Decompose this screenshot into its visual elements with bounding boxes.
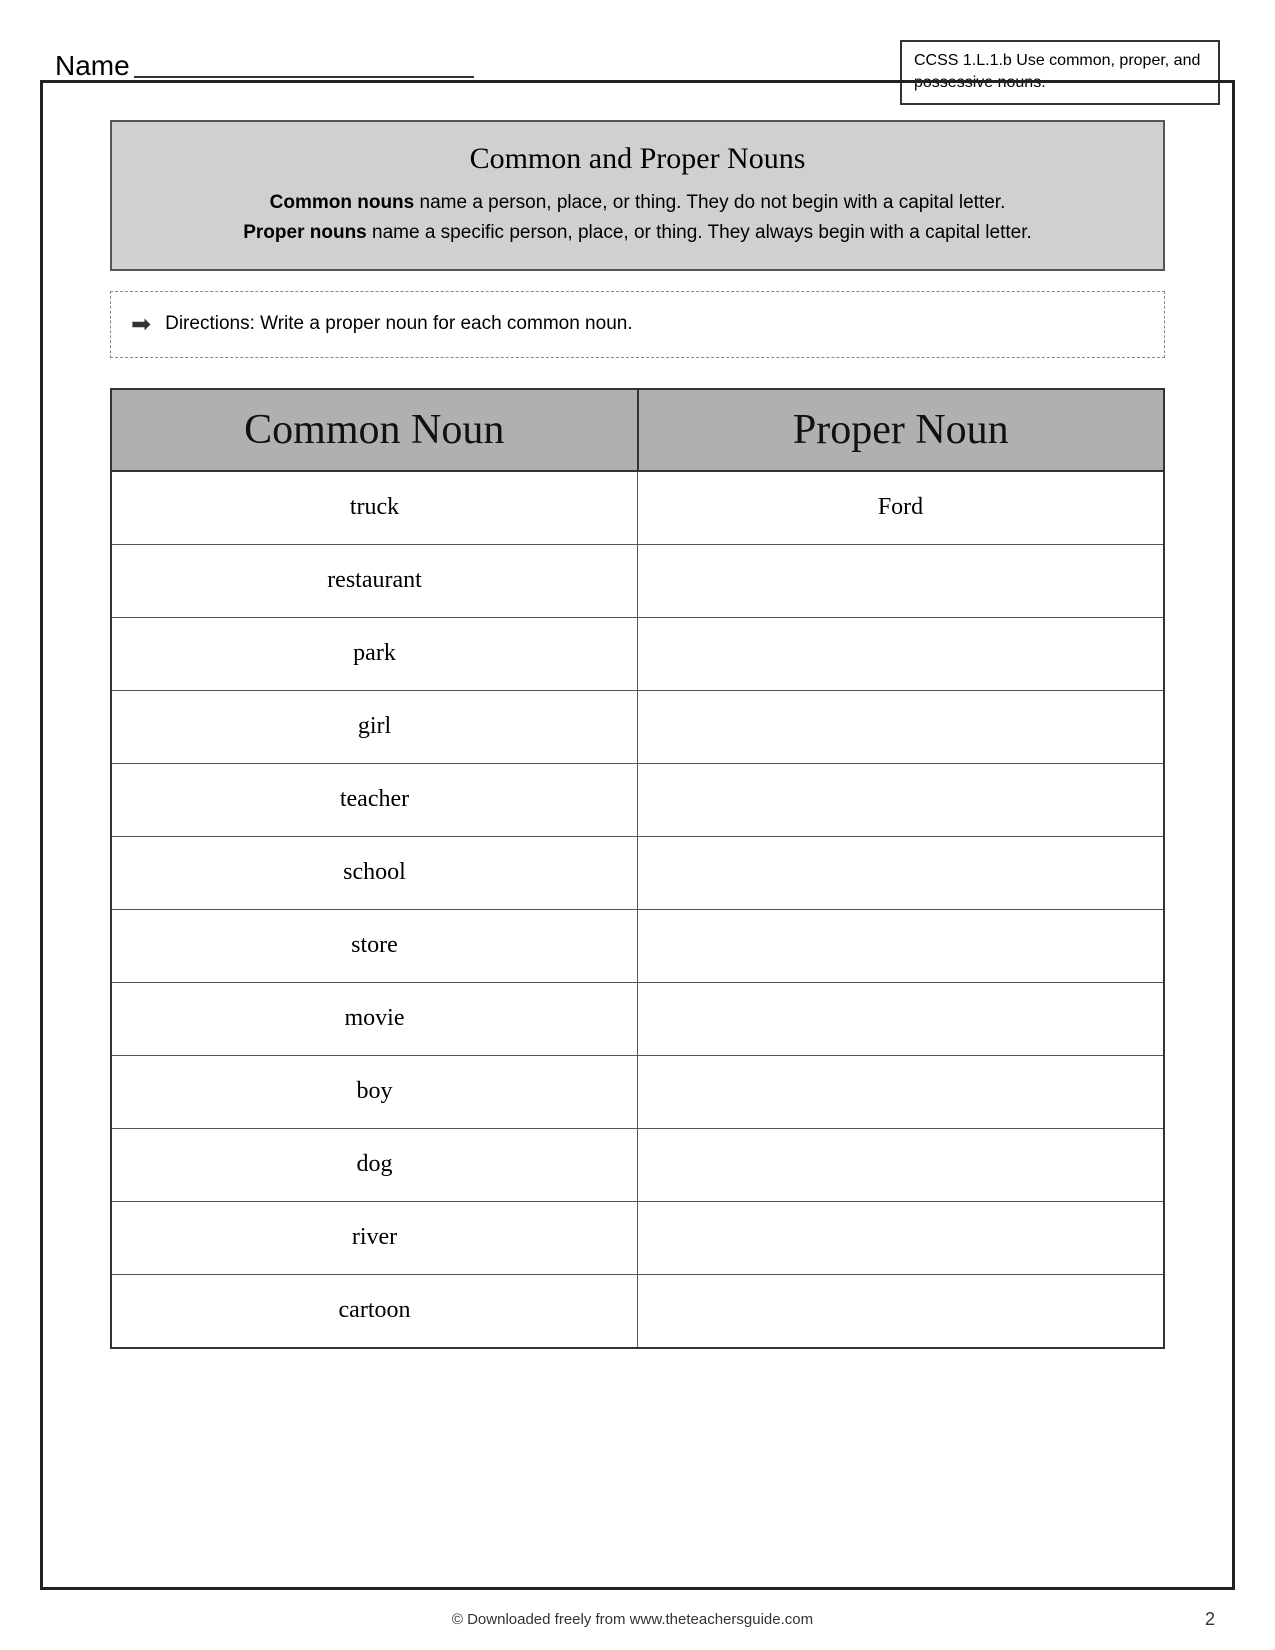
proper-noun-cell-5[interactable] [638, 837, 1163, 909]
border-top [40, 80, 1235, 83]
border-right [1232, 80, 1235, 1590]
table-row: park [112, 618, 1163, 691]
common-noun-cell-8: boy [112, 1056, 638, 1128]
proper-noun-cell-6[interactable] [638, 910, 1163, 982]
common-noun-cell-9: dog [112, 1129, 638, 1201]
table-row: movie [112, 983, 1163, 1056]
info-box: Common and Proper Nouns Common nouns nam… [110, 120, 1165, 271]
common-noun-cell-1: restaurant [112, 545, 638, 617]
proper-noun-cell-3[interactable] [638, 691, 1163, 763]
page-header: Name CCSS 1.L.1.b Use common, proper, an… [55, 40, 1220, 105]
common-noun-cell-2: park [112, 618, 638, 690]
common-noun-cell-7: movie [112, 983, 638, 1055]
proper-noun-cell-1[interactable] [638, 545, 1163, 617]
table-row: teacher [112, 764, 1163, 837]
common-noun-def-text: name a person, place, or thing. They do … [414, 192, 1005, 213]
page-footer: © Downloaded freely from www.theteachers… [40, 1609, 1235, 1630]
standards-text: CCSS 1.L.1.b Use common, proper, and pos… [914, 52, 1200, 91]
common-noun-bold: Common nouns [270, 192, 415, 213]
standards-box: CCSS 1.L.1.b Use common, proper, and pos… [900, 40, 1220, 105]
table-row: dog [112, 1129, 1163, 1202]
header-proper-noun: Proper Noun [639, 390, 1164, 470]
proper-noun-cell-2[interactable] [638, 618, 1163, 690]
directions-text: Directions: Write a proper noun for each… [165, 313, 633, 335]
proper-noun-def-text: name a specific person, place, or thing.… [367, 222, 1032, 243]
proper-noun-cell-4[interactable] [638, 764, 1163, 836]
arrow-icon: ➡ [131, 310, 151, 339]
table-row: boy [112, 1056, 1163, 1129]
common-noun-cell-4: teacher [112, 764, 638, 836]
info-box-title: Common and Proper Nouns [152, 142, 1123, 176]
name-underline[interactable] [134, 76, 474, 78]
footer-copyright: © Downloaded freely from www.theteachers… [60, 1611, 1205, 1628]
table-header: Common Noun Proper Noun [110, 388, 1165, 470]
info-box-proper-def: Proper nouns name a specific person, pla… [152, 218, 1123, 248]
table-body: truckFordrestaurantparkgirlteacherschool… [110, 470, 1165, 1349]
footer-page-number: 2 [1205, 1609, 1215, 1630]
table-row: school [112, 837, 1163, 910]
proper-noun-bold: Proper nouns [243, 222, 367, 243]
common-noun-cell-10: river [112, 1202, 638, 1274]
common-noun-cell-11: cartoon [112, 1275, 638, 1347]
table-row: restaurant [112, 545, 1163, 618]
border-left [40, 80, 43, 1590]
header-common-noun: Common Noun [112, 390, 639, 470]
border-bottom [40, 1587, 1235, 1590]
table-row: truckFord [112, 472, 1163, 545]
name-label: Name [55, 40, 474, 82]
proper-noun-cell-8[interactable] [638, 1056, 1163, 1128]
table-row: river [112, 1202, 1163, 1275]
table-row: cartoon [112, 1275, 1163, 1347]
common-noun-cell-3: girl [112, 691, 638, 763]
proper-noun-cell-10[interactable] [638, 1202, 1163, 1274]
noun-table: Common Noun Proper Noun truckFordrestaur… [110, 388, 1165, 1349]
page: Name CCSS 1.L.1.b Use common, proper, an… [0, 0, 1275, 1650]
common-noun-cell-6: store [112, 910, 638, 982]
proper-noun-cell-0[interactable]: Ford [638, 472, 1163, 544]
directions-box: ➡ Directions: Write a proper noun for ea… [110, 291, 1165, 358]
proper-noun-cell-7[interactable] [638, 983, 1163, 1055]
table-row: girl [112, 691, 1163, 764]
proper-noun-cell-11[interactable] [638, 1275, 1163, 1347]
proper-noun-cell-9[interactable] [638, 1129, 1163, 1201]
common-noun-cell-0: truck [112, 472, 638, 544]
common-noun-cell-5: school [112, 837, 638, 909]
table-row: store [112, 910, 1163, 983]
info-box-common-def: Common nouns name a person, place, or th… [152, 188, 1123, 218]
